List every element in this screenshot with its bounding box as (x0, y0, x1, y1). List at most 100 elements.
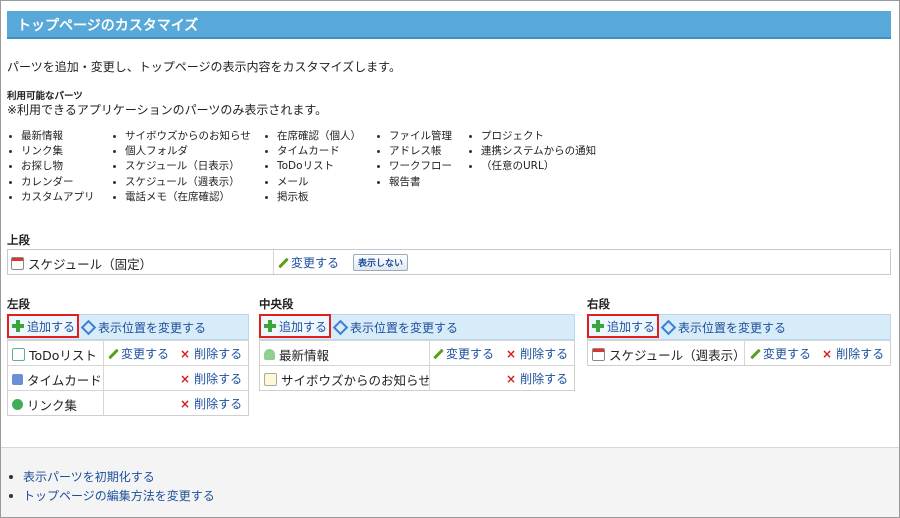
top-section-box: スケジュール（固定） 変更する 表示しない (7, 249, 891, 275)
available-part: スケジュール（日表示） (111, 159, 251, 174)
available-part: リンク集 (7, 144, 95, 159)
move-label: 表示位置を変更する (350, 321, 459, 335)
plus-icon (592, 320, 604, 332)
column-divider (429, 366, 430, 390)
available-part: 電話メモ（在席確認） (111, 190, 251, 205)
delete-label: 削除する (520, 347, 569, 361)
available-parts-column-5: プロジェクト 連携システムからの通知 （任意のURL） (467, 129, 596, 175)
available-parts-column-4: ファイル管理 アドレス帳 ワークフロー 報告書 (375, 129, 452, 190)
calendar-icon (592, 348, 605, 361)
right-move-button[interactable]: 表示位置を変更する (660, 319, 786, 336)
delete-button[interactable]: × 削除する (180, 370, 242, 387)
available-part: 掲示板 (263, 190, 361, 205)
delete-x-icon: × (180, 346, 191, 361)
move-arrows-icon (660, 319, 677, 336)
delete-label: 削除する (836, 347, 885, 361)
available-parts-column-3: 在席確認（個人） タイムカード ToDoリスト メール 掲示板 (263, 129, 361, 205)
available-part: 個人フォルダ (111, 144, 251, 159)
column-divider (103, 366, 104, 390)
available-parts-column-1: 最新情報 リンク集 お探し物 カレンダー カスタムアプリ (7, 129, 95, 205)
change-label: 変更する (121, 347, 170, 361)
todo-icon (12, 348, 25, 361)
column-divider (273, 250, 274, 274)
change-edit-method-link[interactable]: トップページの編集方法を変更する (9, 487, 215, 504)
table-row: サイボウズからのお知らせ × 削除する (260, 365, 574, 390)
change-button[interactable]: 変更する (750, 345, 811, 362)
table-row: リンク集 × 削除する (8, 390, 248, 415)
column-divider (103, 341, 104, 365)
available-part: 連携システムからの通知 (467, 144, 596, 159)
available-part: 報告書 (375, 175, 452, 190)
page-description: パーツを追加・変更し、トップページの表示内容をカスタマイズします。 (7, 60, 401, 74)
delete-button[interactable]: × 削除する (180, 395, 242, 412)
available-parts-heading: 利用可能なパーツ (7, 91, 83, 102)
change-label: 変更する (763, 347, 812, 361)
part-name: 最新情報 (279, 348, 330, 363)
top-part-name: スケジュール（固定） (28, 257, 153, 272)
table-row: 最新情報 変更する × 削除する (260, 340, 574, 365)
part-name-cell: ToDoリスト (12, 345, 97, 364)
right-add-button[interactable]: 追加する (587, 314, 659, 338)
user-icon (264, 349, 275, 360)
available-part: タイムカード (263, 144, 361, 159)
top-section-label: 上段 (7, 233, 30, 247)
column-divider (103, 391, 104, 415)
center-add-button[interactable]: 追加する (259, 314, 331, 338)
delete-button[interactable]: × 削除する (822, 345, 884, 362)
move-arrows-icon (332, 319, 349, 336)
delete-button[interactable]: × 削除する (180, 345, 242, 362)
available-parts-note: ※利用できるアプリケーションのパーツのみ表示されます。 (7, 103, 328, 117)
page-title: トップページのカスタマイズ (17, 18, 199, 34)
available-part: 在席確認（個人） (263, 129, 361, 144)
center-parts-list: 最新情報 変更する × 削除する サイボウズからのお知らせ × 削除する (259, 340, 575, 391)
top-part-row: スケジュール（固定） (11, 254, 152, 273)
left-parts-list: ToDoリスト 変更する × 削除する タイムカード × 削除する リンク集 ×… (7, 340, 249, 416)
table-row: スケジュール（週表示） 変更する × 削除する (588, 340, 890, 365)
change-button[interactable]: 変更する (433, 345, 494, 362)
pencil-icon (433, 349, 443, 359)
part-name-cell: リンク集 (12, 395, 77, 414)
title-bar: トップページのカスタマイズ (7, 11, 891, 39)
right-parts-list: スケジュール（週表示） 変更する × 削除する (587, 340, 891, 366)
delete-button[interactable]: × 削除する (506, 370, 568, 387)
available-part: ファイル管理 (375, 129, 452, 144)
top-change-button[interactable]: 変更する (278, 254, 339, 271)
delete-label: 削除する (520, 372, 569, 386)
plus-icon (264, 320, 276, 332)
available-part: サイボウズからのお知らせ (111, 129, 251, 144)
part-name-cell: 最新情報 (264, 345, 329, 364)
left-add-button[interactable]: 追加する (7, 314, 79, 338)
center-move-button[interactable]: 表示位置を変更する (332, 319, 459, 336)
available-part: お探し物 (7, 159, 95, 174)
pencil-icon (750, 349, 760, 359)
table-row: ToDoリスト 変更する × 削除する (8, 340, 248, 365)
move-label: 表示位置を変更する (98, 321, 207, 335)
part-name: タイムカード (27, 373, 102, 388)
delete-button[interactable]: × 削除する (506, 345, 568, 362)
part-name-cell: タイムカード (12, 370, 102, 389)
calendar-icon (11, 257, 24, 270)
delete-x-icon: × (180, 396, 191, 411)
part-name: リンク集 (27, 398, 78, 413)
center-section-label: 中央段 (259, 297, 294, 311)
available-part: ToDoリスト (263, 159, 361, 174)
left-move-button[interactable]: 表示位置を変更する (80, 319, 207, 336)
left-section-label: 左段 (7, 297, 30, 311)
plus-icon (12, 320, 24, 332)
notice-icon (264, 373, 277, 386)
available-part: 最新情報 (7, 129, 95, 144)
part-name: ToDoリスト (29, 348, 97, 363)
part-name: スケジュール（週表示） (609, 348, 746, 363)
delete-x-icon: × (506, 371, 517, 386)
part-name-cell: サイボウズからのお知らせ (264, 370, 431, 389)
add-label: 追加する (279, 319, 328, 334)
delete-x-icon: × (822, 346, 833, 361)
change-button[interactable]: 変更する (108, 345, 169, 362)
timecard-icon (12, 374, 23, 385)
reset-parts-link[interactable]: 表示パーツを初期化する (9, 468, 155, 485)
part-name-cell: スケジュール（週表示） (592, 345, 746, 364)
delete-x-icon: × (180, 371, 191, 386)
move-arrows-icon (80, 319, 97, 336)
add-label: 追加する (27, 319, 76, 334)
top-hide-button[interactable]: 表示しない (353, 254, 409, 271)
